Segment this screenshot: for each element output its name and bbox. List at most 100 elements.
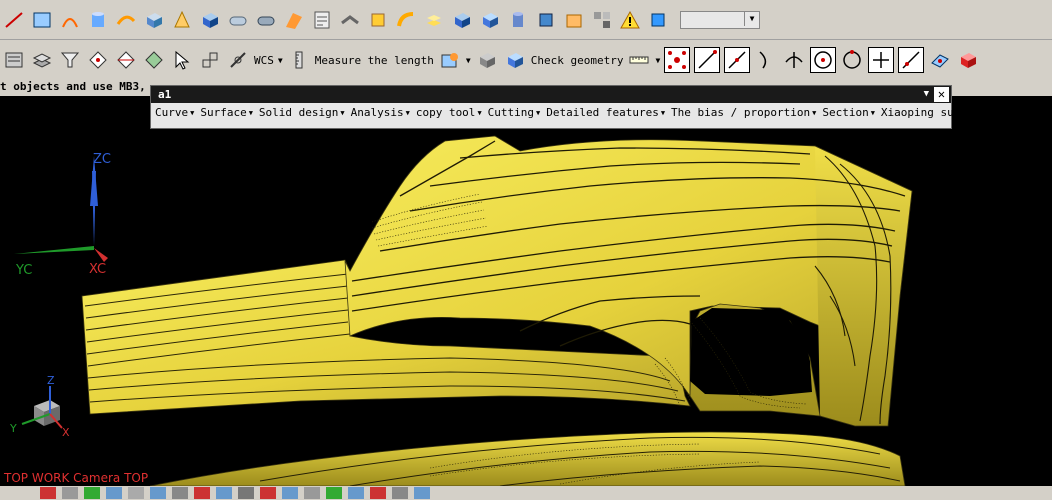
tool-icon[interactable] [348,487,364,499]
shell-icon[interactable] [475,48,499,72]
measure-length-label[interactable]: Measure the length [315,54,434,67]
cube-icon[interactable] [646,8,670,32]
tool-icon[interactable] [260,487,276,499]
menu-solid-design[interactable]: Solid design ▼ [259,106,351,119]
menu-cutting[interactable]: Cutting ▼ [488,106,547,119]
layer-combo[interactable]: ▼ [680,10,760,29]
snap-solid-icon[interactable] [956,48,980,72]
snap-points-icon[interactable] [664,47,691,73]
stack-icon[interactable] [30,48,54,72]
menu-detailed-features[interactable]: Detailed features ▼ [546,106,671,119]
menu-label: Cutting [487,106,535,119]
menu-bias-proportion[interactable]: The bias / proportion ▼ [671,106,822,119]
floating-menu-bar[interactable]: a1 ▼ ✕ Curve ▼ Surface ▼ Solid design ▼ Ana… [150,85,1052,129]
floating-menu-titlebar[interactable]: a1 ▼ ✕ [151,86,951,103]
chevron-down-icon: ▼ [536,109,541,117]
graphics-viewport[interactable]: ZC YC XC Z Y X [0,96,1052,486]
analysis-icon[interactable] [438,48,462,72]
cube-icon[interactable] [198,8,222,32]
bottom-sheet-face [149,431,906,486]
zc-label: ZC [93,152,111,167]
sweep-icon[interactable] [114,8,138,32]
tube-icon[interactable] [226,8,250,32]
snap-endpoint-icon[interactable] [694,47,721,73]
tool-icon[interactable] [40,487,56,499]
snap-quadrant-icon[interactable] [840,48,864,72]
snap-intersection-icon[interactable] [782,48,806,72]
tool-icon[interactable] [194,487,210,499]
box-open-icon[interactable] [562,8,586,32]
tool-icon[interactable] [216,487,232,499]
fold-icon[interactable] [282,8,306,32]
check-geometry-label[interactable]: Check geometry [531,54,624,67]
chevron-down-icon[interactable]: ▼ [924,86,929,103]
cube-icon[interactable] [366,8,390,32]
wcs-icon[interactable] [226,48,250,72]
tool-icon[interactable] [106,487,122,499]
menu-curve[interactable]: Curve ▼ [155,106,200,119]
flange-icon[interactable] [338,8,362,32]
surface-model[interactable] [0,96,1052,486]
select-vertex-icon[interactable] [86,48,110,72]
cylinder-icon[interactable] [86,8,110,32]
layers-icon[interactable] [2,48,26,72]
tool-icon[interactable] [238,487,254,499]
tool-icon[interactable] [150,487,166,499]
snap-center-icon[interactable] [810,47,837,73]
bend-icon[interactable] [394,8,418,32]
snap-midpoint-icon[interactable] [724,47,751,73]
cylinder-icon[interactable] [506,8,530,32]
pipe-icon[interactable] [254,8,278,32]
tool-icon[interactable] [392,487,408,499]
sheet-icon[interactable] [310,8,334,32]
tool-icon[interactable] [370,487,386,499]
menu-analysis[interactable]: Analysis ▼ [351,106,416,119]
snap-curve-icon[interactable] [754,48,778,72]
line-icon[interactable] [2,8,26,32]
filter-icon[interactable] [58,48,82,72]
cube-icon[interactable] [450,8,474,32]
chevron-down-icon[interactable]: ▼ [466,56,471,65]
cone-icon[interactable] [170,8,194,32]
snap-on-curve-icon[interactable] [898,47,925,73]
tool-icon[interactable] [62,487,78,499]
check-geometry-icon[interactable] [503,48,527,72]
tool-icon[interactable] [326,487,342,499]
select-edge-icon[interactable] [114,48,138,72]
measure-icon[interactable] [287,48,311,72]
tool-icon[interactable] [84,487,100,499]
cube-icon[interactable] [478,8,502,32]
menu-copy-tool[interactable]: copy tool ▼ [416,106,488,119]
snap-existing-point-icon[interactable] [868,47,895,73]
select-face-icon[interactable] [142,48,166,72]
floating-menu-title: a1 [158,88,172,101]
cube-icon[interactable] [534,8,558,32]
warning-icon[interactable] [618,8,642,32]
menu-section[interactable]: Section ▼ [822,106,881,119]
box-icon[interactable] [142,8,166,32]
menu-label: Section [822,106,869,119]
ruler-icon[interactable] [627,48,651,72]
viewport-scrollbar[interactable] [1046,96,1052,486]
arc-icon[interactable] [58,8,82,32]
tool-icon[interactable] [304,487,320,499]
rectangle-icon[interactable] [30,8,54,32]
tool-icon[interactable] [414,487,430,499]
menu-surface[interactable]: Surface ▼ [200,106,259,119]
close-icon[interactable]: ✕ [934,87,949,102]
menu-label: Assembly [999,106,1052,119]
wcs-label[interactable]: WCS [254,54,274,67]
menu-xiaoping-surface[interactable]: Xiaoping surface ▼ [881,106,999,119]
chevron-down-icon[interactable]: ▼ [744,11,759,26]
tool-icon[interactable] [282,487,298,499]
menu-assembly[interactable]: Assembly▼ [999,106,1052,119]
tool-icon[interactable] [128,487,144,499]
chevron-down-icon[interactable]: ▼ [278,56,283,65]
tool-icon[interactable] [172,487,188,499]
assembly-icon[interactable] [590,8,614,32]
snap-icon[interactable] [198,48,222,72]
chevron-down-icon[interactable]: ▼ [655,56,660,65]
pointer-icon[interactable] [170,48,194,72]
stack-icon[interactable] [422,8,446,32]
snap-on-surface-icon[interactable] [928,48,952,72]
